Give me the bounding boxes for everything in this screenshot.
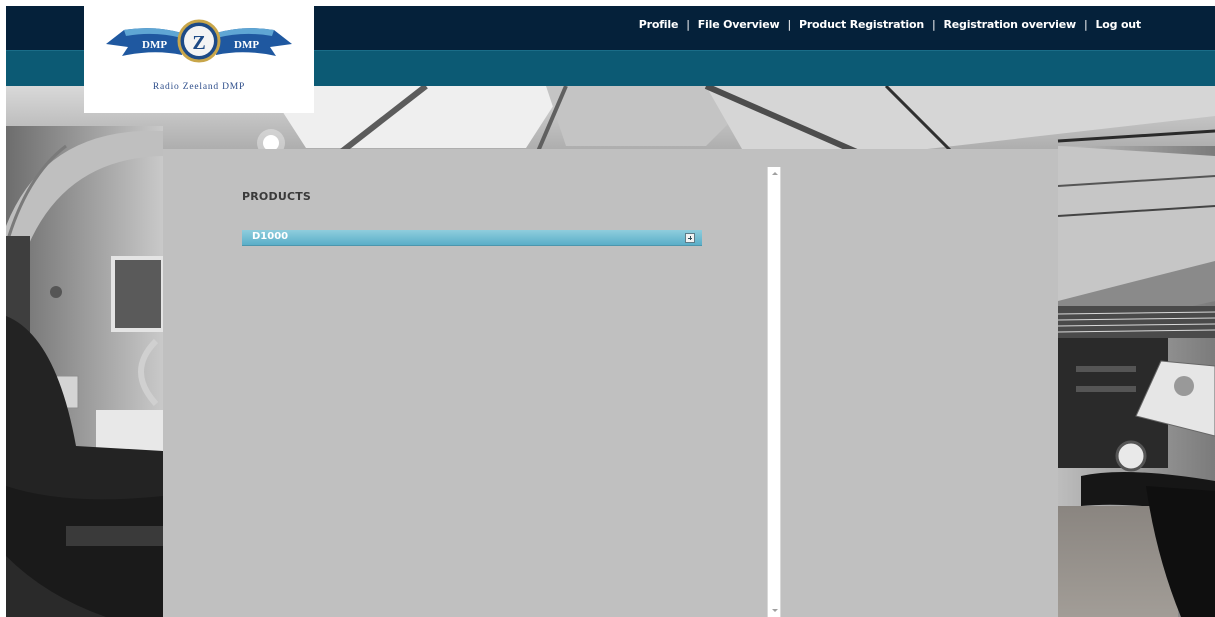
logo-caption: Radio Zeeland DMP <box>152 82 246 92</box>
nav-file-overview-link[interactable]: File Overview <box>698 18 780 31</box>
logo-center-letter: Z <box>192 32 205 54</box>
nav-registration-overview-link[interactable]: Registration overview <box>944 18 1077 31</box>
product-item-label: D1000 <box>252 231 289 242</box>
logo-left-text: DMP <box>142 39 167 51</box>
nav-separator: | <box>686 18 690 31</box>
content-scrollbar[interactable] <box>767 167 781 617</box>
logo-right-text: DMP <box>234 39 259 51</box>
nav-product-registration-link[interactable]: Product Registration <box>799 18 924 31</box>
site-logo[interactable]: DMP DMP Z Radio Zeeland DMP <box>84 6 314 113</box>
products-heading: PRODUCTS <box>242 190 312 203</box>
scroll-up-arrow-icon[interactable] <box>772 172 778 175</box>
logo-emblem-icon: DMP DMP Z <box>106 19 292 63</box>
scroll-down-arrow-icon[interactable] <box>772 609 778 612</box>
nav-profile-link[interactable]: Profile <box>639 18 679 31</box>
product-item-d1000[interactable]: D1000 <box>242 230 702 246</box>
plus-square-icon[interactable] <box>685 233 695 243</box>
nav-separator: | <box>787 18 791 31</box>
content-panel: PRODUCTS D1000 <box>163 149 1058 617</box>
main-navigation: Profile | File Overview | Product Regist… <box>639 18 1141 31</box>
nav-separator: | <box>1083 18 1088 31</box>
nav-logout-link[interactable]: Log out <box>1095 18 1141 31</box>
app-frame: DMP DMP Z Radio Zeeland DMP Profile | Fi… <box>6 6 1215 617</box>
nav-separator: | <box>931 18 936 31</box>
